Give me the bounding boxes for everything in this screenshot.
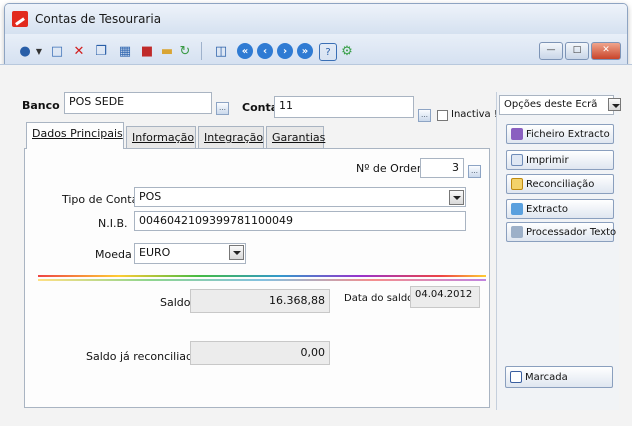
saldo-reconciliado-label: Saldo já reconciliado bbox=[86, 350, 200, 363]
preview-icon[interactable]: ◫ bbox=[213, 43, 229, 59]
window-title: Contas de Tesouraria bbox=[35, 12, 162, 26]
ficheiro-extracto-button[interactable]: Ficheiro Extracto bbox=[506, 124, 614, 144]
processador-texto-button[interactable]: Processador Texto bbox=[506, 222, 617, 242]
data-saldo-field: 04.04.2012 bbox=[410, 286, 480, 308]
banco-label: Banco bbox=[22, 99, 60, 112]
ordem-lookup-button[interactable]: … bbox=[468, 165, 481, 178]
copy-icon[interactable]: ❐ bbox=[93, 43, 109, 59]
marcada-label: Marcada bbox=[525, 371, 568, 383]
tab-garantias[interactable]: Garantias bbox=[266, 126, 325, 148]
previous-record-icon[interactable]: ‹ bbox=[257, 43, 273, 59]
tipo-conta-dropdown-icon[interactable] bbox=[449, 190, 464, 205]
dropdown-arrow-icon[interactable]: ▼ bbox=[31, 43, 47, 59]
exit-icon[interactable]: ⚙ bbox=[339, 43, 355, 59]
nib-field[interactable]: 0046042109399781100049 bbox=[134, 211, 466, 231]
next-record-icon[interactable]: › bbox=[277, 43, 293, 59]
window-controls: — □ ✕ bbox=[539, 42, 621, 60]
banco-field[interactable]: POS SEDE bbox=[64, 92, 212, 114]
statement-icon bbox=[511, 203, 523, 215]
saldo-reconciliado-field: 0,00 bbox=[190, 341, 330, 365]
tipo-conta-label: Tipo de Conta bbox=[62, 193, 139, 206]
processador-texto-label: Processador Texto bbox=[526, 226, 617, 238]
title-bar: Contas de Tesouraria bbox=[5, 4, 627, 34]
toolbar-separator bbox=[201, 42, 202, 60]
saldo-label: Saldo bbox=[160, 296, 191, 309]
tipo-conta-select[interactable]: POS bbox=[134, 187, 466, 207]
ordem-label: Nº de Ordem bbox=[356, 162, 428, 175]
text-editor-icon bbox=[511, 226, 523, 238]
options-select[interactable]: Opções deste Ecrã bbox=[499, 95, 614, 115]
data-saldo-label: Data do saldo bbox=[344, 293, 414, 304]
file-icon bbox=[511, 128, 523, 140]
moeda-dropdown-icon[interactable] bbox=[229, 245, 244, 260]
toolbar: ● ▼ □ ✕ ❐ ▦ ■ ▬ ↻ ◫ « ‹ › » ? ⚙ bbox=[5, 34, 627, 68]
calculator-icon[interactable]: ▦ bbox=[117, 43, 133, 59]
first-record-icon[interactable]: « bbox=[237, 43, 253, 59]
delete-icon[interactable]: ✕ bbox=[71, 43, 87, 59]
banco-lookup-button[interactable]: … bbox=[216, 102, 229, 115]
tab-informacao[interactable]: Informação bbox=[126, 126, 196, 148]
new-document-icon[interactable]: □ bbox=[49, 43, 65, 59]
reconcile-icon bbox=[511, 178, 523, 190]
tab-integracao[interactable]: Integração bbox=[198, 126, 264, 148]
conta-field[interactable]: 11 bbox=[274, 96, 414, 118]
imprimir-label: Imprimir bbox=[526, 154, 569, 166]
close-icon[interactable]: ✕ bbox=[591, 42, 621, 60]
folder-icon[interactable]: ▬ bbox=[159, 43, 175, 59]
imprimir-button[interactable]: Imprimir bbox=[506, 150, 614, 170]
extracto-button[interactable]: Extracto bbox=[506, 199, 614, 219]
saldo-field: 16.368,88 bbox=[190, 289, 330, 313]
divider bbox=[38, 275, 486, 277]
inactiva-checkbox[interactable] bbox=[437, 110, 448, 121]
conta-lookup-button[interactable]: … bbox=[418, 109, 431, 122]
maximize-icon[interactable]: □ bbox=[565, 42, 589, 60]
divider-shadow bbox=[38, 279, 486, 281]
minimize-icon[interactable]: — bbox=[539, 42, 563, 60]
refresh-icon[interactable]: ↻ bbox=[177, 43, 193, 59]
marcada-checkbox-icon bbox=[510, 371, 522, 383]
moeda-label: Moeda bbox=[95, 248, 132, 261]
nib-label: N.I.B. bbox=[98, 217, 128, 230]
print-icon bbox=[511, 154, 523, 166]
tab-dados-principais[interactable]: Dados Principais bbox=[26, 122, 124, 149]
options-dropdown-icon[interactable] bbox=[608, 98, 621, 111]
users-icon[interactable]: ■ bbox=[139, 43, 155, 59]
inactiva-label: Inactiva ! bbox=[451, 109, 498, 120]
reconciliacao-label: Reconciliação bbox=[526, 178, 595, 190]
reconciliacao-button[interactable]: Reconciliação bbox=[506, 174, 614, 194]
app-icon bbox=[12, 11, 28, 27]
extracto-label: Extracto bbox=[526, 203, 568, 215]
ficheiro-extracto-label: Ficheiro Extracto bbox=[526, 128, 610, 140]
ordem-field[interactable]: 3 bbox=[420, 158, 464, 178]
marcada-toggle[interactable]: Marcada bbox=[505, 366, 613, 388]
help-icon[interactable]: ? bbox=[319, 43, 337, 61]
conta-label: Conta bbox=[242, 101, 279, 114]
last-record-icon[interactable]: » bbox=[297, 43, 313, 59]
